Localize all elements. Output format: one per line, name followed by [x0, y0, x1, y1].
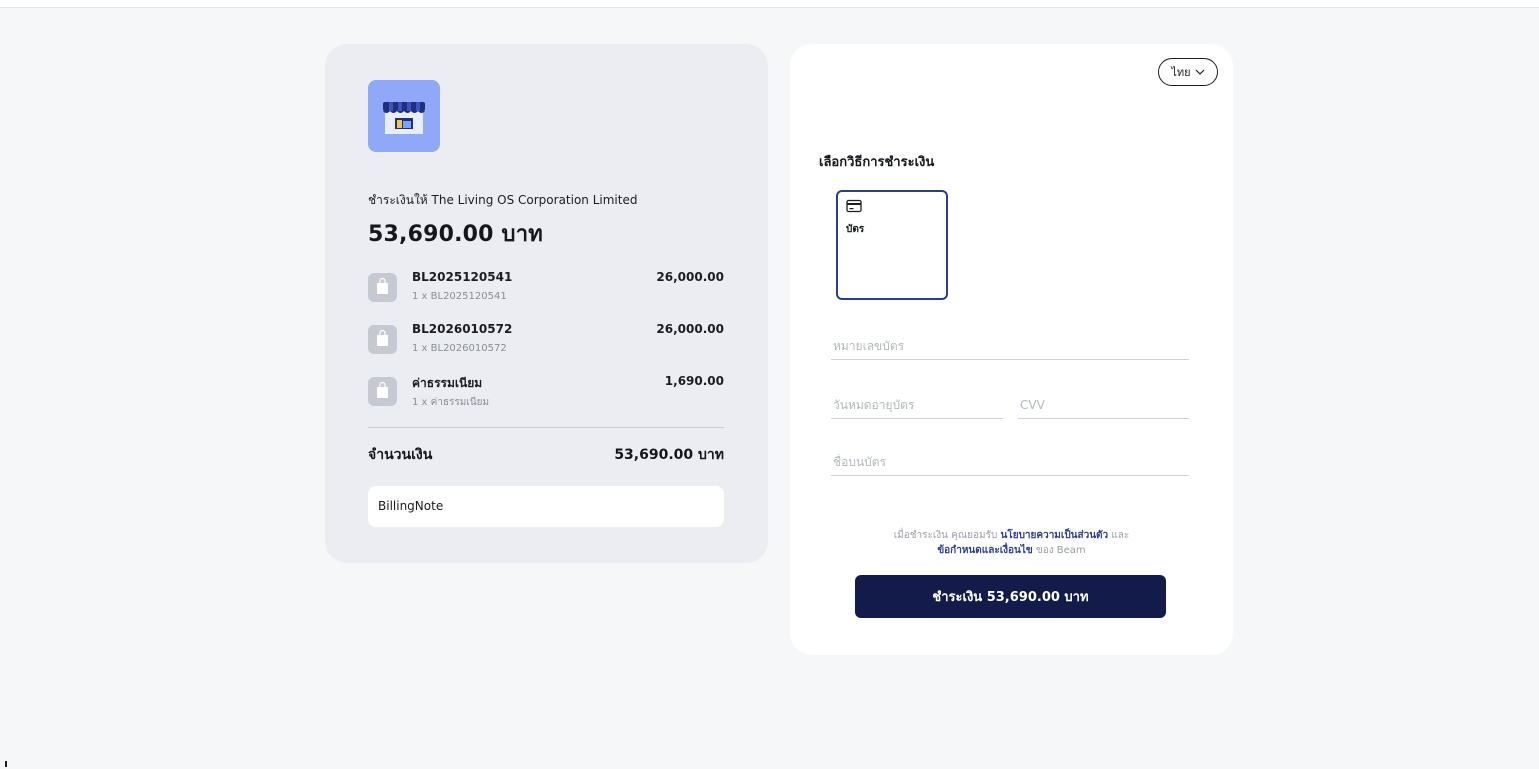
list-item: ค่าธรรมเนียม 1 x ค่าธรรมเนียม 1,690.00: [368, 371, 724, 423]
consent-suffix: ของ Beam: [1032, 545, 1086, 556]
credit-card-icon: [846, 199, 862, 213]
consent-text: เมื่อชำระเงิน คุณยอมรับ นโยบายความเป็นส่…: [855, 528, 1168, 558]
list-item: BL2025120541 1 x BL2025120541 26,000.00: [368, 267, 724, 319]
language-label: ไทย: [1171, 66, 1191, 79]
shopping-bag-icon: [368, 273, 397, 302]
merchant-logo: [368, 80, 440, 152]
card-number-input[interactable]: [831, 338, 1189, 360]
language-switcher[interactable]: ไทย: [1158, 58, 1218, 86]
chevron-down-icon: [1195, 69, 1205, 75]
order-summary-card: ชำระเงินให้ The Living OS Corporation Li…: [325, 44, 768, 563]
terms-link[interactable]: ข้อกำหนดและเงื่อนไข: [937, 545, 1032, 556]
total-amount: 53,690.00 บาท: [368, 222, 543, 247]
shopping-bag-icon: [368, 325, 397, 354]
card-cvv-input[interactable]: [1018, 397, 1189, 419]
item-quantity: 1 x ค่าธรรมเนียม: [412, 397, 490, 408]
cardholder-name-input[interactable]: [831, 454, 1189, 476]
card-method-option[interactable]: บัตร: [836, 190, 948, 300]
item-name: BL2026010572: [412, 322, 513, 336]
card-method-label: บัตร: [846, 224, 865, 235]
pay-button[interactable]: ชำระเงิน 53,690.00 บาท: [855, 575, 1166, 618]
item-quantity: 1 x BL2025120541: [412, 291, 507, 302]
pay-to-merchant: ชำระเงินให้ The Living OS Corporation Li…: [368, 193, 638, 207]
shopping-bag-icon: [368, 377, 397, 406]
amount-value: 53,690.00 บาท: [614, 447, 724, 463]
consent-and: และ: [1108, 530, 1130, 541]
amount-label: จำนวนเงิน: [368, 447, 433, 463]
item-name: BL2025120541: [412, 270, 513, 284]
consent-prefix: เมื่อชำระเงิน คุณยอมรับ: [893, 530, 1001, 541]
billing-note: BillingNote: [368, 486, 724, 527]
line-items-list: BL2025120541 1 x BL2025120541 26,000.00 …: [368, 267, 724, 423]
cursor-mark: [5, 761, 7, 767]
item-price: 1,690.00: [664, 374, 724, 388]
card-expiry-input[interactable]: [831, 397, 1003, 419]
privacy-policy-link[interactable]: นโยบายความเป็นส่วนตัว: [1001, 530, 1109, 541]
item-quantity: 1 x BL2026010572: [412, 343, 507, 354]
payment-method-title: เลือกวิธีการชำระเงิน: [819, 155, 935, 170]
item-price: 26,000.00: [656, 270, 724, 284]
item-price: 26,000.00: [656, 322, 724, 336]
summary-divider: [368, 427, 724, 428]
item-name: ค่าธรรมเนียม: [412, 376, 483, 390]
storefront-icon: [383, 102, 425, 134]
top-bar: [0, 0, 1539, 8]
list-item: BL2026010572 1 x BL2026010572 26,000.00: [368, 319, 724, 371]
payment-card: ไทย เลือกวิธีการชำระเงิน บัตร เมื่อชำระเ…: [790, 44, 1233, 655]
